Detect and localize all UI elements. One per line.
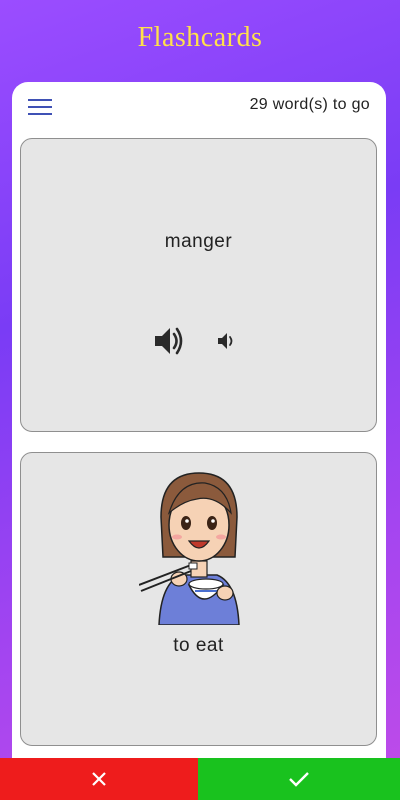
flashcard-translation: to eat — [173, 635, 224, 656]
flashcard-word: manger — [164, 231, 233, 252]
main-panel: 29 word(s) to go manger to eat — [12, 82, 386, 772]
app-title: Flashcards — [137, 22, 263, 53]
hamburger-menu-icon[interactable] — [28, 97, 54, 117]
checkmark-icon — [289, 772, 309, 787]
person-eating-illustration — [139, 472, 240, 625]
speaker-slow-icon[interactable] — [216, 330, 238, 352]
flashcard-front[interactable]: manger — [20, 138, 377, 432]
flashcard-back[interactable]: to eat — [20, 452, 377, 746]
correct-answer-button[interactable] — [198, 758, 400, 800]
speaker-icon[interactable] — [151, 323, 187, 359]
x-icon — [92, 772, 106, 786]
wrong-answer-button[interactable] — [0, 758, 198, 800]
words-remaining-counter: 29 word(s) to go — [249, 96, 370, 113]
